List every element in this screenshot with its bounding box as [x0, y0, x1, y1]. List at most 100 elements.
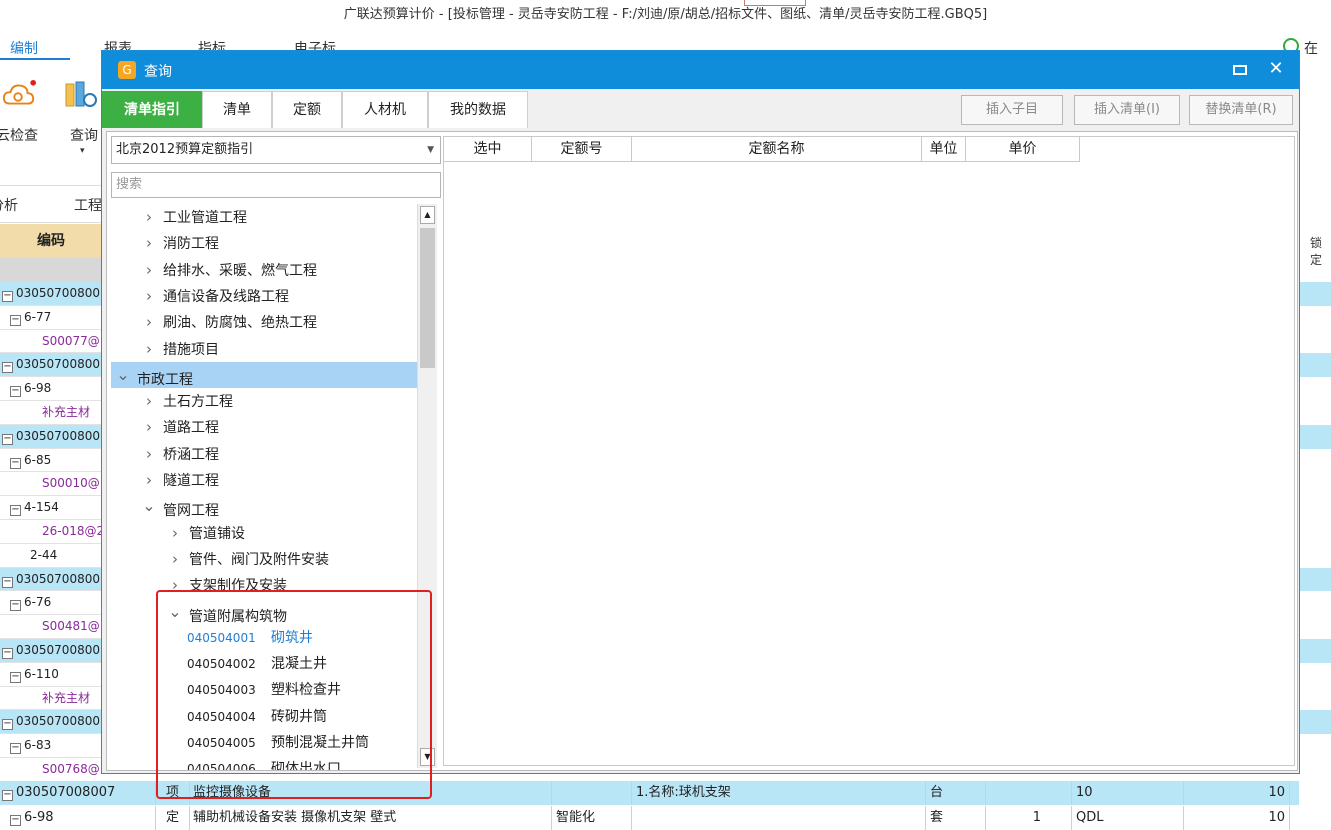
cloud-check-icon[interactable] — [2, 78, 36, 114]
query-icon[interactable] — [64, 80, 98, 112]
tree-node[interactable]: › 消防工程 — [111, 230, 417, 256]
chevron-right-icon[interactable]: › — [141, 441, 157, 467]
table-row[interactable]: −6-110 — [0, 663, 102, 687]
collapse-icon[interactable]: − — [10, 743, 21, 755]
tree-node[interactable]: › 刷油、防腐蚀、绝热工程 — [111, 309, 417, 335]
table-row[interactable]: −6-98 — [0, 377, 102, 401]
tree-node[interactable]: ⌄ 市政工程 — [111, 361, 417, 388]
collapse-icon[interactable]: − — [2, 719, 13, 731]
col-header-quota-name[interactable]: 定额名称 — [632, 137, 922, 162]
col-header-unit[interactable]: 单位 — [922, 137, 966, 162]
query-label[interactable]: 查询 — [70, 125, 98, 145]
tree-node[interactable]: › 通信设备及线路工程 — [111, 283, 417, 309]
collapse-icon[interactable]: − — [2, 291, 13, 302]
collapse-icon[interactable]: − — [10, 386, 21, 398]
dialog-titlebar[interactable]: G 查询 ✕ — [102, 51, 1299, 89]
tree-node[interactable]: › 道路工程 — [111, 414, 417, 440]
tab-list-guide[interactable]: 清单指引 — [102, 91, 202, 128]
table-row[interactable]: 26-018@2 — [0, 520, 102, 544]
scroll-up-icon[interactable]: ▲ — [420, 206, 435, 224]
tab-list[interactable]: 清单 — [202, 91, 272, 128]
table-row[interactable]: −030507008007 — [0, 353, 102, 378]
chevron-right-icon[interactable]: › — [141, 230, 157, 256]
chevron-down-icon[interactable]: ⌄ — [141, 493, 157, 519]
chevron-right-icon[interactable]: › — [167, 520, 183, 546]
table-row[interactable]: S00077@1 — [0, 330, 102, 354]
table-row[interactable]: 补充主材 — [0, 687, 102, 711]
collapse-icon[interactable]: − — [10, 600, 21, 612]
collapse-icon[interactable]: − — [2, 433, 13, 445]
table-row[interactable]: −030507008007 — [0, 639, 102, 663]
chevron-right-icon[interactable]: › — [141, 336, 157, 362]
chevron-right-icon[interactable]: › — [141, 414, 157, 440]
table-row[interactable]: −030507008007 — [0, 282, 102, 306]
tree-node[interactable]: › 管件、阀门及附件安装 — [111, 546, 417, 572]
query-dropdown-icon[interactable]: ▾ — [80, 146, 85, 156]
col-header-quota-no[interactable]: 定额号 — [532, 137, 632, 162]
chevron-right-icon[interactable]: › — [141, 388, 157, 414]
analysis-tab[interactable]: 分析 — [0, 195, 18, 215]
cloud-check-label[interactable]: 云检查 — [0, 125, 38, 145]
table-row[interactable]: −030507008007 — [0, 710, 102, 735]
tree-node[interactable]: › 管道铺设 — [111, 520, 417, 546]
table-row[interactable]: S00481@1 — [0, 615, 102, 639]
chevron-right-icon[interactable]: › — [141, 257, 157, 283]
chevron-right-icon[interactable]: › — [141, 204, 157, 230]
insert-list-button[interactable]: 插入清单(I) — [1074, 95, 1180, 125]
row-code: 030507008007 — [16, 286, 102, 300]
grid-header-lock[interactable]: 锁定 — [1310, 234, 1331, 268]
collapse-icon[interactable]: − — [2, 362, 13, 374]
tree-node[interactable]: ⌄ 管网工程 — [111, 493, 417, 519]
menu-tab-edit[interactable]: 编制 — [10, 38, 38, 58]
col-header-selected[interactable]: 选中 — [444, 137, 532, 162]
table-row[interactable]: 补充主材 — [0, 401, 102, 425]
replace-list-button[interactable]: 替换清单(R) — [1189, 95, 1293, 125]
tree-node[interactable]: › 工业管道工程 — [111, 204, 417, 230]
collapse-icon[interactable]: − — [10, 671, 21, 683]
table-row[interactable]: −6-98 定 辅助机械设备安装 摄像机支架 壁式 智能化 套 1 QDL 10 — [0, 806, 1299, 830]
scroll-thumb[interactable] — [420, 228, 435, 368]
cell-code[interactable]: −6-98 — [0, 806, 156, 830]
grid-header-code[interactable]: 编码 — [0, 224, 102, 258]
close-icon[interactable]: ✕ — [1266, 59, 1286, 79]
table-row[interactable]: −6-77 — [0, 306, 102, 330]
table-row[interactable]: −030507008007 — [0, 424, 102, 449]
table-row[interactable]: 2-44 — [0, 544, 102, 568]
collapse-icon[interactable]: − — [2, 790, 13, 801]
table-row[interactable]: −6-85 — [0, 449, 102, 473]
project-tab[interactable]: 工程 — [74, 195, 102, 215]
col-header-price[interactable]: 单价 — [966, 137, 1080, 162]
tree-node[interactable]: › 土石方工程 — [111, 388, 417, 414]
row-edge — [1299, 639, 1331, 663]
dialog-body: 北京2012预算定额指引 ▼ 搜索 › 工业管道工程 › 消防工程 › 给排水、采暖、燃气… — [106, 131, 1298, 799]
search-input[interactable]: 搜索 — [111, 172, 441, 198]
table-row[interactable]: −4-154 — [0, 496, 102, 520]
table-row[interactable]: S00010@1 — [0, 472, 102, 497]
collapse-icon[interactable]: − — [10, 457, 21, 469]
collapse-icon[interactable]: − — [2, 648, 13, 659]
tree-node[interactable]: › 桥涵工程 — [111, 441, 417, 467]
chevron-down-icon[interactable]: ⌄ — [115, 362, 131, 388]
guide-select[interactable]: 北京2012预算定额指引 ▼ — [111, 136, 441, 164]
cell-code[interactable]: −030507008007 — [0, 781, 156, 805]
chevron-down-icon[interactable]: ▼ — [427, 137, 434, 163]
tab-labor-material[interactable]: 人材机 — [342, 91, 428, 128]
maximize-icon[interactable] — [1233, 63, 1247, 77]
table-row[interactable]: −6-83 — [0, 734, 102, 758]
tree-node[interactable]: › 隧道工程 — [111, 467, 417, 493]
table-row[interactable]: −6-76 — [0, 591, 102, 616]
tab-quota[interactable]: 定额 — [272, 91, 342, 128]
chevron-right-icon[interactable]: › — [141, 283, 157, 309]
tree-node[interactable]: › 措施项目 — [111, 336, 417, 362]
table-row[interactable]: −030507008007 — [0, 567, 102, 592]
table-row[interactable]: S00768@1 — [0, 758, 102, 782]
collapse-icon[interactable]: − — [10, 314, 21, 326]
chevron-right-icon[interactable]: › — [141, 467, 157, 493]
tree-node[interactable]: › 给排水、采暖、燃气工程 — [111, 257, 417, 283]
collapse-icon[interactable]: − — [2, 576, 13, 588]
chevron-right-icon[interactable]: › — [167, 546, 183, 572]
tab-my-data[interactable]: 我的数据 — [428, 91, 528, 128]
chevron-right-icon[interactable]: › — [141, 309, 157, 335]
collapse-icon[interactable]: − — [10, 505, 21, 517]
insert-child-button[interactable]: 插入子目 — [961, 95, 1063, 125]
